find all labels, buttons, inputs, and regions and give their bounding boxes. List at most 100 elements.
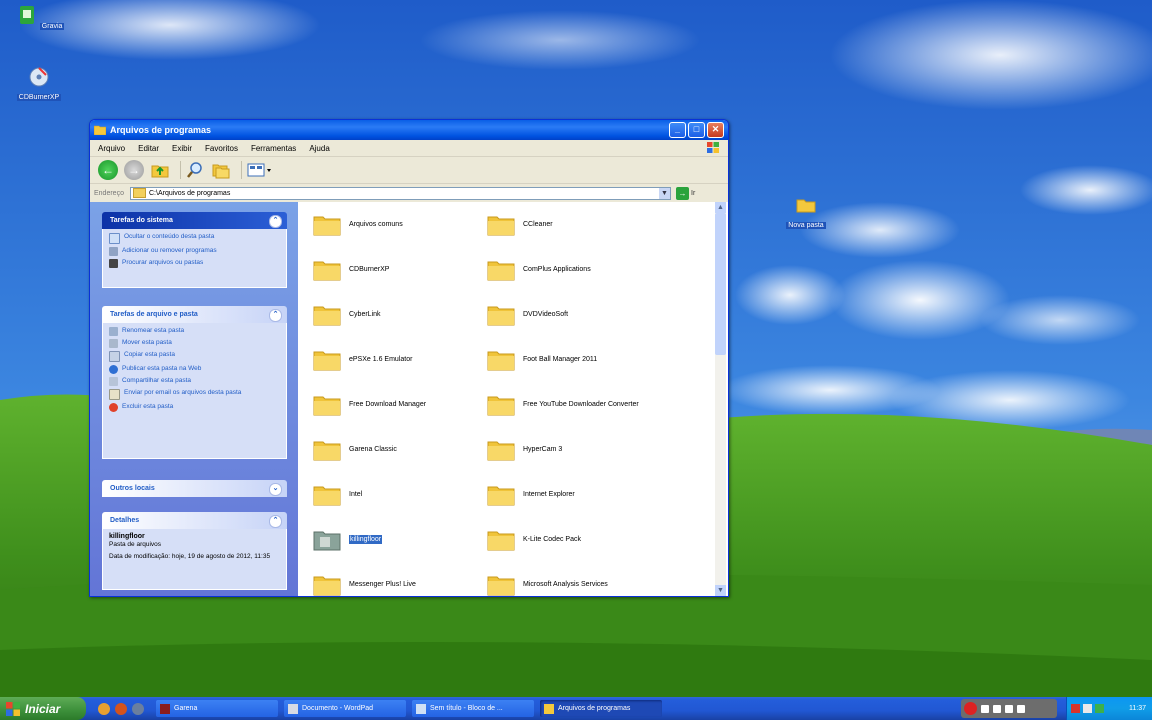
- delete-icon: [109, 403, 118, 412]
- views-button[interactable]: [246, 160, 274, 180]
- panel-header[interactable]: Tarefas do sistema ⌃: [102, 212, 287, 229]
- folder-item[interactable]: Arquivos comuns: [312, 206, 482, 242]
- folder-item[interactable]: Messenger Plus! Live: [312, 566, 482, 596]
- panel-header[interactable]: Detalhes ⌃: [102, 512, 287, 529]
- scroll-down-arrow-icon[interactable]: ▼: [715, 585, 726, 596]
- folder-item[interactable]: Garena Classic: [312, 431, 482, 467]
- task-label: Renomear esta pasta: [122, 327, 185, 334]
- start-button[interactable]: Iniciar: [0, 697, 86, 720]
- menu-editar[interactable]: Editar: [138, 144, 159, 153]
- go-label[interactable]: Ir: [691, 190, 695, 197]
- menu-ajuda[interactable]: Ajuda: [309, 144, 329, 153]
- folders-button[interactable]: [211, 160, 231, 180]
- close-button[interactable]: ✕: [707, 122, 724, 138]
- cd-burner-icon: [29, 67, 49, 87]
- folder-item[interactable]: ePSXe 1.6 Emulator: [312, 341, 482, 377]
- up-folder-button[interactable]: [150, 160, 170, 180]
- scroll-thumb[interactable]: [715, 213, 726, 355]
- task-link[interactable]: Compartilhar esta pasta: [109, 377, 280, 386]
- back-button[interactable]: ←: [98, 160, 118, 180]
- folder-item[interactable]: Microsoft Analysis Services: [486, 566, 656, 596]
- settings-icon[interactable]: [1005, 704, 1013, 713]
- folder-item[interactable]: HyperCam 3: [486, 431, 656, 467]
- folder-item[interactable]: ComPlus Applications: [486, 251, 656, 287]
- folder-item[interactable]: Internet Explorer: [486, 476, 656, 512]
- collapse-icon[interactable]: ⌃: [269, 515, 282, 528]
- menu-ferramentas[interactable]: Ferramentas: [251, 144, 296, 153]
- record-icon[interactable]: [964, 702, 977, 715]
- desktop-icon-nova-pasta[interactable]: Nova pasta: [776, 194, 836, 229]
- folder-item[interactable]: Intel: [312, 476, 482, 512]
- taskbar-button[interactable]: Sem título - Bloco de ...: [412, 700, 534, 717]
- task-link[interactable]: Renomear esta pasta: [109, 327, 280, 336]
- folder-icon: [486, 569, 516, 596]
- address-bar: Endereço C:\Arquivos de programas ▼ → Ir: [90, 184, 728, 203]
- task-link[interactable]: Mover esta pasta: [109, 339, 280, 348]
- recorder-widget[interactable]: [961, 699, 1057, 718]
- volume-icon[interactable]: [1083, 704, 1092, 713]
- stop-icon[interactable]: [993, 704, 1001, 713]
- pause-icon[interactable]: [981, 704, 989, 713]
- folder-item[interactable]: Foot Ball Manager 2011: [486, 341, 656, 377]
- taskbar-button[interactable]: Arquivos de programas: [540, 700, 662, 717]
- chevron-down-icon[interactable]: ▼: [659, 187, 670, 199]
- arrow-right-icon: →: [128, 163, 140, 177]
- task-link[interactable]: Publicar esta pasta na Web: [109, 365, 280, 374]
- panel-header[interactable]: Outros locais ⌄: [102, 480, 287, 497]
- scroll-up-arrow-icon[interactable]: ▲: [715, 202, 726, 213]
- network-icon[interactable]: [1071, 704, 1080, 713]
- forward-button[interactable]: →: [124, 160, 144, 180]
- panel-title: Tarefas de arquivo e pasta: [110, 311, 198, 318]
- desktop-icon-gravia[interactable]: Gravia: [10, 4, 70, 30]
- menu-arquivo[interactable]: Arquivo: [98, 144, 125, 153]
- folder-item[interactable]: CCleaner: [486, 206, 656, 242]
- desktop-icon-cdburnerxp[interactable]: CDBurnerXP: [9, 66, 69, 101]
- task-link[interactable]: Enviar por email os arquivos desta pasta: [109, 389, 280, 400]
- taskbar-button[interactable]: Garena: [156, 700, 278, 717]
- collapse-icon[interactable]: ⌃: [269, 215, 282, 228]
- details-name: killingfloor: [109, 533, 145, 540]
- folder-icon: [486, 254, 516, 284]
- address-field[interactable]: C:\Arquivos de programas ▼: [130, 186, 671, 200]
- vertical-scrollbar[interactable]: ▲ ▼: [715, 202, 726, 596]
- folder-item[interactable]: Free Download Manager: [312, 386, 482, 422]
- search-button[interactable]: [185, 160, 205, 180]
- media-quicklaunch-icon[interactable]: [132, 702, 144, 715]
- collapse-icon[interactable]: ⌃: [269, 309, 282, 322]
- task-link[interactable]: Excluir esta pasta: [109, 403, 280, 412]
- browser-quicklaunch-icon[interactable]: [98, 702, 110, 715]
- folder-item[interactable]: killingfloor: [312, 521, 482, 557]
- email-icon: [109, 389, 120, 400]
- expand-icon[interactable]: ⌄: [269, 483, 282, 496]
- folder-item[interactable]: CDBurnerXP: [312, 251, 482, 287]
- clock[interactable]: 11:37: [1129, 705, 1146, 712]
- task-link[interactable]: Adicionar ou remover programas: [109, 247, 280, 256]
- task-label: Publicar esta pasta na Web: [122, 365, 202, 372]
- task-link[interactable]: Copiar esta pasta: [109, 351, 280, 362]
- security-icon[interactable]: [1095, 704, 1104, 713]
- panel-header[interactable]: Tarefas de arquivo e pasta ⌃: [102, 306, 287, 323]
- folder-item[interactable]: Free YouTube Downloader Converter: [486, 386, 656, 422]
- address-value: C:\Arquivos de programas: [149, 189, 231, 197]
- menu-favoritos[interactable]: Favoritos: [205, 144, 238, 153]
- folders-icon: [212, 164, 230, 179]
- taskbar-button[interactable]: Documento - WordPad: [284, 700, 406, 717]
- folder-icon: [312, 299, 342, 329]
- task-link[interactable]: Ocultar o conteúdo desta pasta: [109, 233, 280, 244]
- title-bar[interactable]: Arquivos de programas _ □ ✕: [90, 120, 728, 140]
- task-pane: Tarefas do sistema ⌃ Ocultar o conteúdo …: [90, 202, 298, 596]
- maximize-button[interactable]: □: [688, 122, 705, 138]
- camera-icon[interactable]: [1017, 704, 1025, 713]
- taskbar-button-label: Sem título - Bloco de ...: [430, 705, 503, 712]
- folder-item[interactable]: DVDVideoSoft: [486, 296, 656, 332]
- folder-item[interactable]: CyberLink: [312, 296, 482, 332]
- menu-exibir[interactable]: Exibir: [172, 144, 192, 153]
- task-label: Adicionar ou remover programas: [122, 247, 217, 254]
- folder-name: DVDVideoSoft: [523, 310, 569, 318]
- folder-item[interactable]: K-Lite Codec Pack: [486, 521, 656, 557]
- minimize-button[interactable]: _: [669, 122, 686, 138]
- folder-name: Garena Classic: [349, 445, 397, 453]
- task-link[interactable]: Procurar arquivos ou pastas: [109, 259, 280, 268]
- firefox-quicklaunch-icon[interactable]: [115, 702, 127, 715]
- go-button[interactable]: →: [676, 186, 689, 200]
